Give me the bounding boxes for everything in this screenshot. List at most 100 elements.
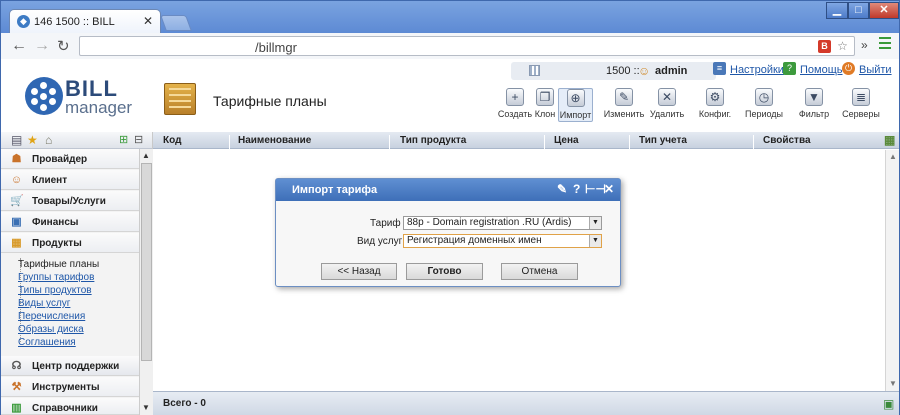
browser-tab[interactable]: ◆ 146 1500 :: BILL ✕ — [9, 9, 161, 34]
tab-favicon-icon: ◆ — [17, 15, 30, 28]
dialog-resize-icon[interactable]: ⊢⊣ — [585, 182, 606, 196]
scroll-up-icon[interactable]: ▲ — [142, 151, 150, 160]
config-icon: ⚙ — [706, 88, 724, 106]
help-link[interactable]: Помощь — [800, 64, 843, 76]
tariff-plans-icon — [164, 83, 196, 115]
sidebar-item-tools[interactable]: ⚒ Инструменты — [1, 377, 139, 397]
url-text: /billmgr — [255, 40, 297, 55]
servers-button[interactable]: ≣ Серверы — [839, 88, 883, 122]
create-label: Создать — [497, 109, 533, 119]
sidebar-sub-disk-images[interactable]: Образы диска — [18, 324, 84, 335]
sidebar-sub-product-types[interactable]: Типы продуктов — [18, 285, 92, 296]
sidebar-sub-enums[interactable]: Перечисления — [18, 311, 85, 322]
total-count: Всего - 0 — [163, 398, 206, 409]
service-kind-select[interactable]: Регистрация доменных имен ▼ — [403, 234, 602, 248]
table-scrollbar[interactable]: ▲ ▼ — [885, 150, 899, 391]
service-kind-select-value: Регистрация доменных имен — [407, 235, 542, 246]
cancel-button[interactable]: Отмена — [501, 263, 578, 280]
dialog-pin-icon[interactable]: ✎ — [557, 182, 567, 196]
import-icon: ⊕ — [566, 89, 585, 107]
reload-icon[interactable]: ↻ — [57, 37, 70, 55]
forward-arrow-icon[interactable]: → — [34, 37, 50, 55]
edit-button[interactable]: ✎ Изменить — [603, 88, 645, 122]
browser-menu-icon[interactable] — [879, 37, 891, 52]
favorites-star-icon[interactable]: ★ — [27, 133, 38, 147]
back-button[interactable]: << Назад — [321, 263, 397, 280]
user-bar: 1500 :: ☺ admin — [511, 62, 716, 80]
page-title: Тарифные планы — [213, 93, 327, 109]
cart-icon: 🛒 — [10, 195, 24, 207]
filter-icon: ▼ — [805, 88, 823, 106]
sidebar-scroll-thumb[interactable] — [141, 163, 152, 361]
sidebar-item-label: Инструменты — [32, 382, 100, 393]
expand-all-icon[interactable]: ⊞ — [119, 133, 128, 146]
sidebar-sub-tariff-plans[interactable]: Тарифные планы — [18, 259, 99, 270]
servers-icon: ≣ — [852, 88, 870, 106]
service-kind-label: Вид услуг — [357, 236, 403, 247]
edit-icon: ✎ — [615, 88, 633, 106]
sidebar-item-label: Финансы — [32, 217, 79, 228]
window-maximize-button[interactable]: □ — [848, 2, 869, 19]
clock-icon: ◷ — [755, 88, 773, 106]
sidebar-item-label: Центр поддержки — [32, 361, 120, 372]
grid-icon[interactable] — [529, 65, 540, 76]
sidebar-item-label: Продукты — [32, 238, 82, 249]
sidebar-item-support[interactable]: ☊ Центр поддержки — [1, 356, 139, 376]
window-minimize-button[interactable]: ▁ — [826, 2, 848, 19]
exit-icon: ⏻ — [842, 62, 855, 75]
delete-button[interactable]: ✕ Удалить — [647, 88, 687, 122]
sidebar-item-provider[interactable]: ☗ Провайдер — [1, 149, 139, 169]
home-icon[interactable]: ⌂ — [45, 133, 52, 147]
table-footer: Всего - 0 ▣ — [153, 391, 899, 415]
dialog-titlebar: Импорт тарифа ✎ ? ⊢⊣ ✕ — [276, 179, 620, 201]
import-tariff-dialog: Импорт тарифа ✎ ? ⊢⊣ ✕ Тариф 88p - Domai… — [275, 178, 621, 287]
settings-link[interactable]: Настройки — [730, 64, 784, 76]
config-button[interactable]: ⚙ Конфиг. — [695, 88, 735, 122]
sidebar-sub-service-kinds[interactable]: Виды услуг — [18, 298, 70, 309]
table-scroll-up-icon[interactable]: ▲ — [889, 152, 897, 161]
chevron-down-icon: ▼ — [589, 217, 601, 229]
sidebar-item-goods[interactable]: 🛒 Товары/Услуги — [1, 191, 139, 211]
scroll-down-icon[interactable]: ▼ — [142, 403, 150, 412]
logo-manager-text: manager — [65, 98, 133, 117]
dialog-help-icon[interactable]: ? — [573, 182, 580, 196]
done-button[interactable]: Готово — [406, 263, 483, 280]
filter-label: Фильтр — [798, 109, 830, 119]
sidebar-item-references[interactable]: ▥ Справочники — [1, 398, 139, 415]
help-icon: ? — [783, 62, 796, 75]
tariff-select[interactable]: 88p - Domain registration .RU (Ardis) ▼ — [403, 216, 602, 230]
sidebar-scrollbar[interactable]: ▲ ▼ — [139, 149, 153, 415]
sidebar-sub-tariff-groups[interactable]: Группы тарифов — [18, 272, 94, 283]
config-label: Конфиг. — [698, 109, 732, 119]
servers-label: Серверы — [842, 109, 880, 119]
exit-link[interactable]: Выйти — [859, 64, 892, 76]
table-scroll-down-icon[interactable]: ▼ — [889, 379, 897, 388]
more-extensions-icon[interactable]: » — [861, 38, 868, 52]
periods-button[interactable]: ◷ Периоды — [742, 88, 786, 122]
filter-button[interactable]: ▼ Фильтр — [795, 88, 833, 122]
table-settings-icon[interactable]: ▦ — [884, 133, 895, 147]
dialog-close-icon[interactable]: ✕ — [604, 182, 614, 196]
sidebar-sub-agreements[interactable]: Соглашения — [18, 337, 76, 348]
sidebar-item-products[interactable]: ▦ Продукты — [1, 233, 139, 253]
tariff-select-value: 88p - Domain registration .RU (Ardis) — [407, 217, 572, 228]
support-icon: ☊ — [11, 360, 22, 372]
back-arrow-icon[interactable]: ← — [11, 37, 27, 55]
bookmark-star-icon[interactable]: ☆ — [836, 40, 849, 53]
billmanager-logo-icon — [25, 77, 63, 115]
clone-button[interactable]: ❐ Клон — [531, 88, 559, 122]
browser-toolbar: ← → ↻ /billmgr B ☆ » — [0, 33, 900, 59]
new-tab-button[interactable] — [160, 15, 192, 31]
list-view-icon[interactable]: ▤ — [11, 133, 22, 147]
sidebar-item-finance[interactable]: ▣ Финансы — [1, 212, 139, 232]
window-close-button[interactable]: ✕ — [869, 2, 899, 19]
tab-close-icon[interactable]: ✕ — [143, 14, 153, 28]
import-button[interactable]: ⊕ Импорт — [558, 88, 593, 122]
collapse-all-icon[interactable]: ⊟ — [134, 133, 143, 146]
client-icon: ☺ — [10, 174, 23, 186]
sidebar-item-client[interactable]: ☺ Клиент — [1, 170, 139, 190]
extension-b-icon[interactable]: B — [818, 40, 831, 53]
export-icon[interactable]: ▣ — [883, 397, 894, 411]
sidebar-item-label: Провайдер — [32, 154, 88, 165]
address-bar[interactable]: /billmgr B ☆ — [79, 36, 855, 56]
